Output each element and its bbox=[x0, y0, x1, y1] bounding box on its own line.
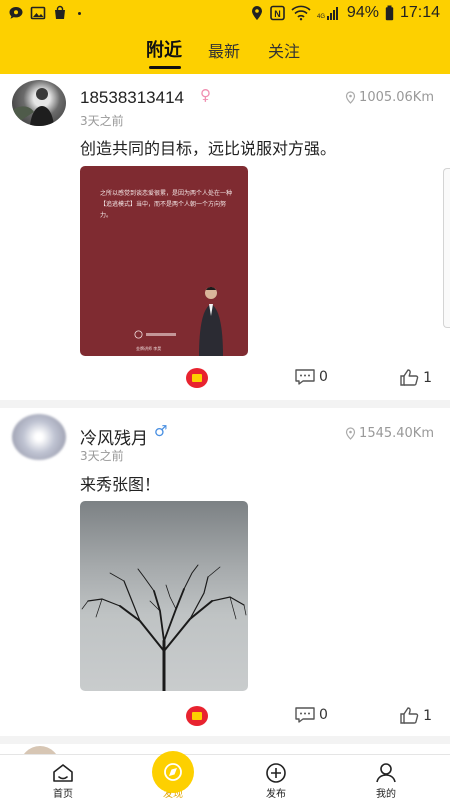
post-divider bbox=[0, 736, 450, 744]
post-username[interactable]: 冷风残月 bbox=[80, 424, 148, 449]
gallery-icon bbox=[30, 6, 46, 20]
comment-icon bbox=[295, 707, 315, 723]
avatar-photo bbox=[12, 88, 54, 126]
active-tab-indicator bbox=[149, 66, 181, 69]
gift-icon bbox=[192, 374, 202, 382]
male-gender-icon: ♂ bbox=[154, 422, 168, 440]
location-pin-icon bbox=[345, 91, 356, 104]
discover-icon bbox=[164, 763, 182, 781]
location-pin-icon bbox=[345, 427, 356, 440]
wifi-icon bbox=[291, 5, 311, 21]
post-username[interactable]: 18538313414 bbox=[80, 88, 184, 108]
tab-latest[interactable]: 最新 bbox=[208, 38, 240, 62]
female-gender-icon: ♀ bbox=[200, 86, 211, 104]
thumbs-up-icon bbox=[400, 369, 419, 386]
nav-publish[interactable]: 发布 bbox=[246, 763, 306, 800]
gift-button[interactable] bbox=[186, 706, 208, 726]
battery-icon bbox=[385, 5, 394, 21]
post-divider bbox=[0, 400, 450, 408]
plus-circle-icon bbox=[266, 763, 286, 783]
comment-count: 0 bbox=[319, 369, 328, 385]
like-button[interactable]: 1 bbox=[399, 368, 432, 387]
shopping-bag-icon bbox=[55, 5, 65, 19]
distance-value: 1545.40Km bbox=[359, 426, 434, 441]
more-notifications-dot bbox=[78, 11, 81, 15]
post-time: 3天之前 bbox=[80, 449, 124, 463]
post-text: 创造共同的目标，远比说服对方强。 bbox=[80, 139, 337, 158]
seal-logo-icon bbox=[134, 330, 176, 339]
discover-button[interactable] bbox=[152, 751, 194, 793]
nav-home[interactable]: 首页 bbox=[33, 763, 93, 800]
post-image[interactable] bbox=[80, 501, 248, 691]
location-icon bbox=[251, 6, 262, 20]
chat-icon bbox=[9, 7, 23, 19]
avatar[interactable] bbox=[20, 746, 60, 754]
image-person-figure bbox=[199, 287, 223, 356]
image-credit-text: 金牌讲师 李昊 bbox=[136, 346, 162, 351]
avatar[interactable] bbox=[12, 414, 66, 460]
signal-icon: 4G bbox=[317, 7, 338, 20]
nav-label: 发布 bbox=[266, 789, 286, 800]
comment-button[interactable]: 0 bbox=[294, 706, 328, 724]
tree-silhouette-image bbox=[81, 564, 247, 691]
like-button[interactable]: 1 bbox=[399, 706, 432, 725]
like-count: 1 bbox=[423, 369, 432, 386]
scrollbar-thumb[interactable] bbox=[443, 168, 450, 328]
thumbs-up-icon bbox=[400, 707, 419, 724]
svg-text:N: N bbox=[274, 9, 281, 19]
post-time: 3天之前 bbox=[80, 114, 124, 128]
home-icon bbox=[53, 764, 73, 782]
like-count: 1 bbox=[423, 707, 432, 724]
distance-value: 1005.06Km bbox=[359, 90, 434, 105]
avatar[interactable] bbox=[12, 80, 66, 126]
feed-tabs: 附近 最新 关注 bbox=[0, 36, 450, 70]
nav-label: 首页 bbox=[53, 789, 73, 800]
post-distance: 1005.06Km bbox=[345, 90, 434, 105]
nav-profile[interactable]: 我的 bbox=[356, 763, 416, 800]
post-distance: 1545.40Km bbox=[345, 426, 434, 441]
svg-text:4G: 4G bbox=[317, 14, 325, 20]
post-image[interactable]: 之所以感觉到谈恋爱很累，是因为两个人处在一种【追逃模式】当中，而不是两个人朝一个… bbox=[80, 166, 248, 356]
tab-following[interactable]: 关注 bbox=[268, 38, 300, 62]
gift-icon bbox=[192, 712, 202, 720]
tab-nearby[interactable]: 附近 bbox=[146, 36, 182, 62]
user-icon bbox=[376, 763, 396, 783]
post-feed[interactable]: 18538313414 ♀ 1005.06Km 3天之前 创造共同的目标，远比说… bbox=[0, 74, 450, 754]
image-quote-text: 之所以感觉到谈恋爱很累，是因为两个人处在一种【追逃模式】当中，而不是两个人朝一个… bbox=[100, 190, 233, 219]
nav-discover[interactable]: 发现 bbox=[143, 751, 203, 800]
comment-icon bbox=[295, 369, 315, 385]
nfc-icon: N bbox=[270, 5, 285, 21]
status-bar: N 4G 94% 17:14 bbox=[0, 0, 450, 30]
nav-label: 我的 bbox=[376, 789, 396, 800]
comment-count: 0 bbox=[319, 707, 328, 723]
gift-button[interactable] bbox=[186, 368, 208, 388]
post-text: 来秀张图！ bbox=[80, 475, 161, 494]
status-indicators: N 4G 94% 17:14 bbox=[250, 4, 440, 22]
battery-percent: 94% bbox=[346, 4, 379, 21]
image-brand-seal bbox=[134, 330, 182, 339]
notification-icons bbox=[8, 5, 81, 21]
top-header: N 4G 94% 17:14 附近 最新 关注 bbox=[0, 0, 450, 74]
clock: 17:14 bbox=[399, 4, 440, 21]
comment-button[interactable]: 0 bbox=[294, 368, 328, 386]
bottom-navigation: 首页 发现 发布 我的 bbox=[0, 751, 450, 800]
